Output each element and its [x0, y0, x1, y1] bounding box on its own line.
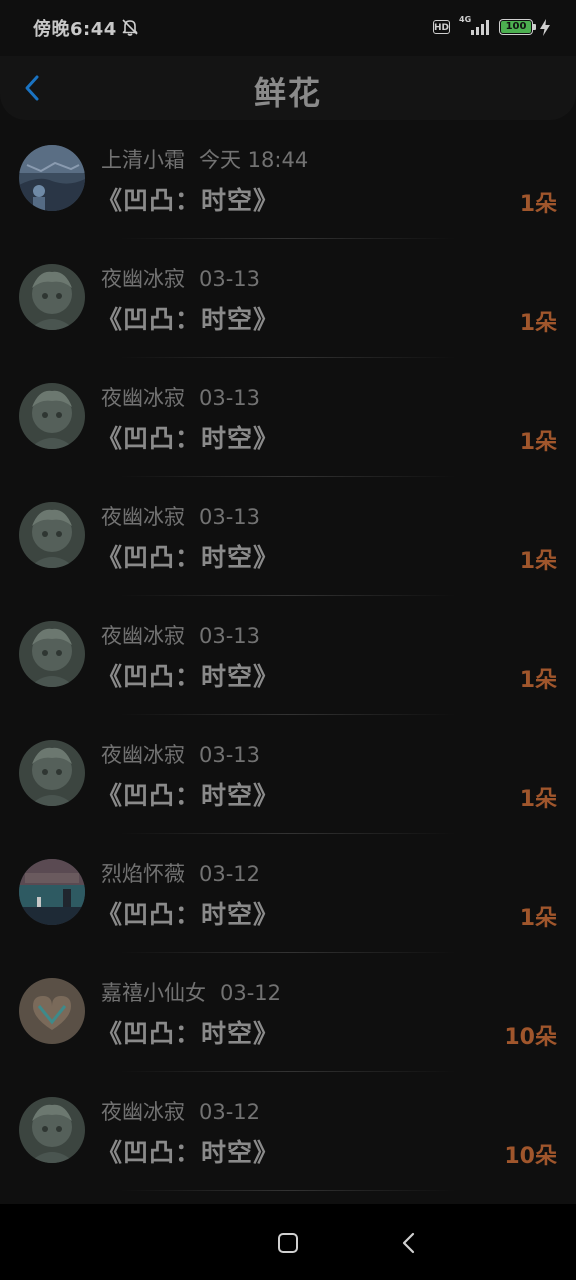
sender-line: 夜幽冰寂 03-13	[101, 263, 260, 293]
sender-name: 夜幽冰寂	[101, 386, 185, 410]
avatar[interactable]	[19, 978, 85, 1044]
sender-name: 嘉禧小仙女	[101, 981, 206, 1005]
avatar[interactable]	[19, 740, 85, 806]
book-title: 《凹凸：时空》	[97, 186, 280, 215]
page-title: 鲜花	[253, 74, 322, 112]
avatar[interactable]	[19, 859, 85, 925]
flower-count: 1朵	[519, 906, 557, 931]
battery-level: 100	[501, 21, 531, 33]
battery-icon: 100	[499, 19, 533, 35]
sender-line: 夜幽冰寂 03-13	[101, 501, 260, 531]
flower-list: 上清小霜 今天 18:44 《凹凸：时空》 1朵 夜幽冰寂 03-13 《凹凸：时空…	[0, 120, 576, 1191]
flower-count: 1朵	[519, 787, 557, 812]
flower-count: 1朵	[519, 192, 557, 217]
send-date: 03-13	[199, 386, 261, 410]
list-item[interactable]: 烈焰怀薇 03-12 《凹凸：时空》 1朵	[0, 834, 576, 953]
send-date: 03-13	[199, 505, 261, 529]
sender-name: 夜幽冰寂	[101, 1100, 185, 1124]
sender-line: 上清小霜 今天 18:44	[101, 144, 308, 174]
avatar[interactable]	[19, 264, 85, 330]
divider	[120, 1190, 456, 1191]
hd-badge: HD	[433, 20, 450, 34]
book-title: 《凹凸：时空》	[97, 424, 280, 453]
signal-icon	[470, 18, 492, 36]
home-button[interactable]	[277, 1232, 299, 1254]
sender-line: 烈焰怀薇 03-12	[101, 858, 260, 888]
book-title: 《凹凸：时空》	[97, 781, 280, 810]
sender-name: 夜幽冰寂	[101, 267, 185, 291]
sender-line: 夜幽冰寂 03-13	[101, 739, 260, 769]
send-date: 今天 18:44	[199, 148, 309, 172]
sender-line: 夜幽冰寂 03-13	[101, 382, 260, 412]
send-date: 03-12	[199, 862, 261, 886]
sender-name: 夜幽冰寂	[101, 624, 185, 648]
navigation-bar	[0, 1204, 576, 1280]
book-title: 《凹凸：时空》	[97, 662, 280, 691]
sender-line: 夜幽冰寂 03-13	[101, 620, 260, 650]
avatar[interactable]	[19, 145, 85, 211]
list-item[interactable]: 夜幽冰寂 03-13 《凹凸：时空》 1朵	[0, 596, 576, 715]
list-item[interactable]: 嘉禧小仙女 03-12 《凹凸：时空》 10朵	[0, 953, 576, 1072]
system-back-button[interactable]	[398, 1230, 420, 1256]
home-square-icon	[278, 1233, 298, 1253]
send-date: 03-13	[199, 624, 261, 648]
list-item[interactable]: 夜幽冰寂 03-13 《凹凸：时空》 1朵	[0, 358, 576, 477]
avatar[interactable]	[19, 1097, 85, 1163]
back-triangle-icon	[402, 1232, 415, 1254]
flower-count: 10朵	[504, 1025, 557, 1050]
list-item[interactable]: 夜幽冰寂 03-13 《凹凸：时空》 1朵	[0, 477, 576, 596]
book-title: 《凹凸：时空》	[97, 1138, 280, 1167]
list-item[interactable]: 夜幽冰寂 03-13 《凹凸：时空》 1朵	[0, 715, 576, 834]
battery-tip	[533, 24, 536, 30]
status-time: 傍晚6:44	[33, 19, 117, 40]
flower-count: 10朵	[504, 1144, 557, 1169]
send-date: 03-12	[199, 1100, 261, 1124]
list-item[interactable]: 夜幽冰寂 03-13 《凹凸：时空》 1朵	[0, 239, 576, 358]
flower-count: 1朵	[519, 311, 557, 336]
book-title: 《凹凸：时空》	[97, 900, 280, 929]
flower-count: 1朵	[519, 430, 557, 455]
avatar[interactable]	[19, 502, 85, 568]
list-item[interactable]: 上清小霜 今天 18:44 《凹凸：时空》 1朵	[0, 120, 576, 239]
book-title: 《凹凸：时空》	[97, 543, 280, 572]
book-title: 《凹凸：时空》	[97, 305, 280, 334]
charging-bolt-icon	[539, 19, 551, 36]
avatar[interactable]	[19, 383, 85, 449]
sender-name: 烈焰怀薇	[101, 862, 185, 886]
sender-name: 夜幽冰寂	[101, 743, 185, 767]
sender-name: 夜幽冰寂	[101, 505, 185, 529]
header: 鲜花	[0, 56, 576, 120]
bell-off-icon	[120, 17, 140, 37]
list-item[interactable]: 夜幽冰寂 03-12 《凹凸：时空》 10朵	[0, 1072, 576, 1191]
book-title: 《凹凸：时空》	[97, 1019, 280, 1048]
sender-line: 夜幽冰寂 03-12	[101, 1096, 260, 1126]
status-bar: 傍晚6:44 HD 4G 100	[0, 0, 576, 56]
avatar[interactable]	[19, 621, 85, 687]
send-date: 03-13	[199, 267, 261, 291]
sender-line: 嘉禧小仙女 03-12	[101, 977, 281, 1007]
send-date: 03-13	[199, 743, 261, 767]
flower-count: 1朵	[519, 549, 557, 574]
flower-count: 1朵	[519, 668, 557, 693]
sender-name: 上清小霜	[101, 148, 185, 172]
send-date: 03-12	[220, 981, 282, 1005]
